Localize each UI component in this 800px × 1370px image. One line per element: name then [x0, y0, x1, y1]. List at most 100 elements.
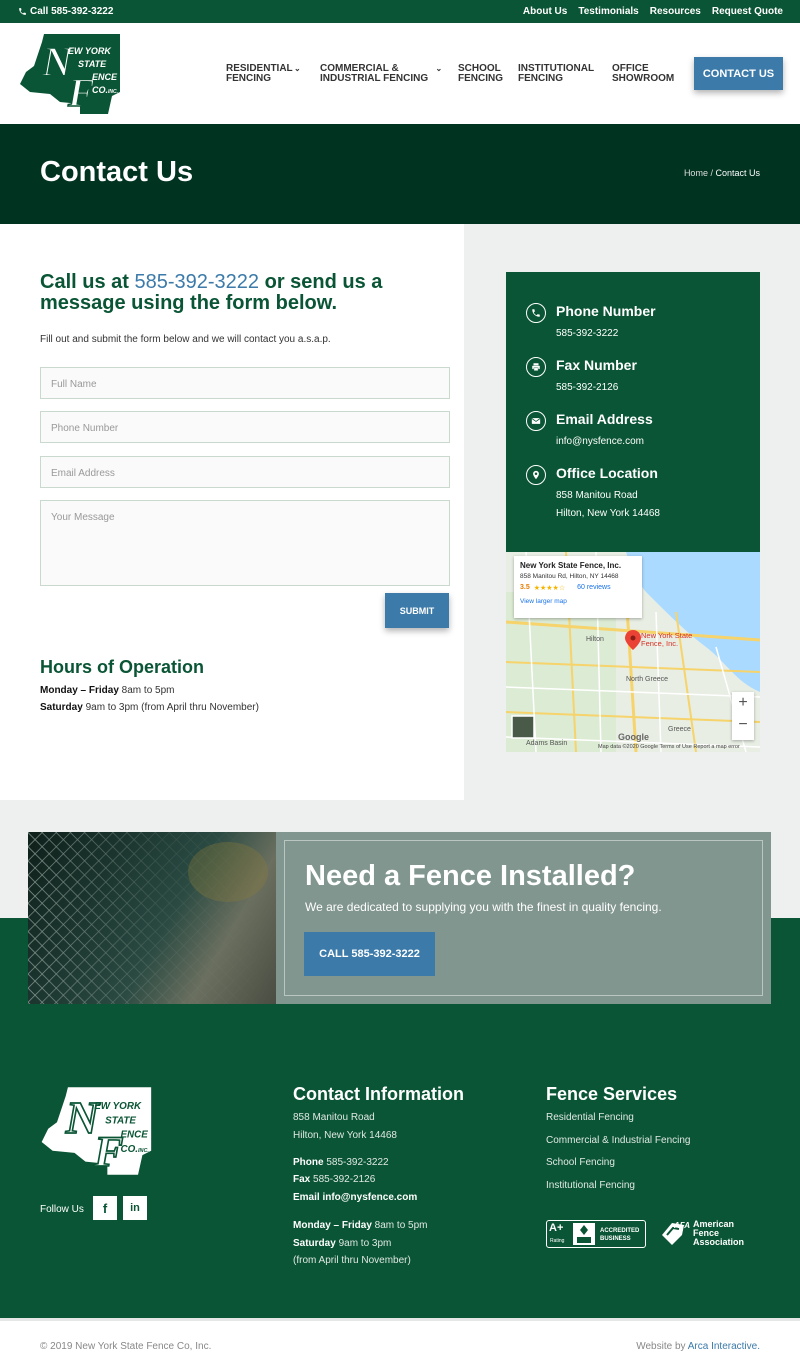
map-town-hilton: Hilton: [586, 636, 604, 643]
facebook-icon[interactable]: f: [93, 1196, 117, 1220]
heading-prefix: Call us at: [40, 271, 135, 293]
footer-service-commercial[interactable]: Commercial & Industrial Fencing: [546, 1135, 691, 1146]
info-phone-value[interactable]: 585-392-3222: [556, 325, 618, 343]
svg-text:STATE: STATE: [78, 59, 107, 69]
phone-icon: [19, 8, 26, 15]
nav-school-fencing[interactable]: SCHOOL FENCING: [458, 64, 503, 84]
nav-label: FENCING: [226, 73, 271, 84]
footer-hours-saturday: Saturday 9am to 3pm: [293, 1238, 391, 1249]
footer-saturday-label: Saturday: [293, 1238, 336, 1249]
top-links: About Us Testimonials Resources Request …: [523, 6, 783, 17]
footer-service-residential[interactable]: Residential Fencing: [546, 1112, 634, 1123]
footer-phone: Phone 585-392-3222: [293, 1157, 389, 1168]
footer-email: Email info@nysfence.com: [293, 1192, 417, 1203]
map-rating-row: 3.5 ★★★★☆ 60 reviews: [520, 584, 636, 592]
chain-link-fence-image: [28, 832, 276, 1004]
footer-service-school[interactable]: School Fencing: [546, 1157, 615, 1168]
map-info-popup: New York State Fence, Inc. 858 Manitou R…: [514, 556, 642, 618]
zoom-out-button[interactable]: −: [732, 714, 754, 736]
footer-saturday-hours: 9am to 3pm: [335, 1238, 392, 1249]
nav-office-showroom[interactable]: OFFICE SHOWROOM: [612, 64, 674, 84]
cta-subtitle: We are dedicated to supplying you with t…: [305, 900, 662, 914]
zoom-in-button[interactable]: +: [732, 692, 754, 714]
site-credit: Website by Arca Interactive.: [636, 1341, 760, 1352]
cta-call-button[interactable]: CALL 585-392-3222: [304, 932, 435, 976]
site-logo[interactable]: N F EW YORK STATE ENCE CO. INC.: [20, 32, 122, 116]
afa-badge[interactable]: AFA American Fence Association: [660, 1220, 750, 1248]
svg-text:F: F: [67, 70, 95, 115]
nav-commercial-industrial-fencing[interactable]: COMMERCIAL & INDUSTRIAL FENCING ⌄: [320, 64, 442, 84]
svg-text:EW YORK: EW YORK: [68, 46, 112, 56]
google-logo: Google: [618, 732, 649, 742]
chevron-down-icon: ⌄: [293, 64, 301, 73]
bbb-business-label: BUSINESS: [600, 1236, 631, 1242]
top-link-testimonials[interactable]: Testimonials: [578, 6, 638, 17]
footer-address-line2: Hilton, New York 14468: [293, 1130, 397, 1141]
map-town-greece: Greece: [668, 726, 691, 733]
bbb-grade: A+: [549, 1222, 564, 1234]
phone-icon: [526, 303, 546, 323]
breadcrumb-home[interactable]: Home: [684, 168, 708, 178]
top-call-label: Call 585-392-3222: [30, 6, 114, 17]
info-office-label: Office Location: [556, 465, 658, 481]
footer-service-institutional[interactable]: Institutional Fencing: [546, 1180, 635, 1191]
page-title: Contact Us: [40, 156, 194, 188]
google-map[interactable]: New York State Fence, Inc. 858 Manitou R…: [506, 552, 760, 752]
svg-text:CO.: CO.: [121, 1144, 139, 1155]
nav-label: FENCING: [458, 73, 503, 84]
nav-institutional-fencing[interactable]: INSTITUTIONAL FENCING: [518, 64, 594, 84]
map-rating: 3.5: [520, 584, 530, 591]
bbb-badge[interactable]: A+ Rating ACCREDITED BUSINESS: [546, 1220, 646, 1248]
submit-button[interactable]: SUBMIT: [385, 593, 449, 628]
full-name-input[interactable]: Full Name: [40, 367, 450, 399]
hours-weekday-label: Monday – Friday: [40, 685, 119, 696]
site-header: N F EW YORK STATE ENCE CO. INC. RESIDENT…: [0, 23, 800, 124]
hours-saturday-value: 9am to 3pm (from April thru November): [82, 702, 259, 713]
map-town-north-greece: North Greece: [626, 676, 669, 683]
contact-us-button[interactable]: CONTACT US: [694, 57, 783, 90]
form-intro: Fill out and submit the form below and w…: [40, 334, 331, 345]
info-office-line2: Hilton, New York 14468: [556, 508, 660, 519]
hours-saturday: Saturday 9am to 3pm (from April thru Nov…: [40, 702, 259, 713]
map-reviews-link[interactable]: 60 reviews: [577, 584, 610, 592]
email-address-input[interactable]: Email Address: [40, 456, 450, 488]
map-pin-label[interactable]: New York State Fence, Inc.: [641, 632, 692, 648]
message-textarea[interactable]: Your Message: [40, 500, 450, 586]
info-office-line1: 858 Manitou Road: [556, 490, 638, 501]
svg-text:INC.: INC.: [108, 89, 118, 95]
info-phone-label: Phone Number: [556, 303, 656, 319]
footer-logo[interactable]: N F EW YORK STATE ENCE CO. INC.: [40, 1085, 155, 1177]
info-email-value[interactable]: info@nysfence.com: [556, 433, 644, 451]
map-town-adams-basin: Adams Basin: [526, 740, 568, 747]
top-link-resources[interactable]: Resources: [650, 6, 701, 17]
credit-link[interactable]: Arca Interactive.: [688, 1341, 760, 1352]
credit-prefix: Website by: [636, 1341, 688, 1352]
copyright: © 2019 New York State Fence Co, Inc.: [40, 1341, 212, 1352]
heading-phone-link[interactable]: 585-392-3222: [134, 271, 259, 293]
footer-email-value[interactable]: info@nysfence.com: [320, 1192, 417, 1203]
footer-phone-value[interactable]: 585-392-3222: [324, 1157, 388, 1168]
footer-season-note: (from April thru November): [293, 1255, 411, 1266]
top-link-about[interactable]: About Us: [523, 6, 567, 17]
map-view-larger-link[interactable]: View larger map: [520, 598, 636, 605]
cta-box: Need a Fence Installed? We are dedicated…: [276, 832, 771, 1004]
fax-icon: [526, 357, 546, 377]
linkedin-icon[interactable]: in: [123, 1196, 147, 1220]
map-place-address: 858 Manitou Rd, Hilton, NY 14468: [520, 573, 619, 580]
nav-label: SHOWROOM: [612, 73, 675, 84]
bottom-bar: © 2019 New York State Fence Co, Inc. Web…: [0, 1318, 800, 1370]
hours-weekday-value: 8am to 5pm: [118, 685, 175, 696]
bbb-accredited-label: ACCREDITED: [600, 1228, 640, 1234]
footer-phone-label: Phone: [293, 1157, 324, 1168]
info-email-label: Email Address: [556, 411, 653, 427]
nav-residential-fencing[interactable]: RESIDENTIAL FENCING ⌄: [226, 64, 301, 84]
envelope-icon: [526, 411, 546, 431]
footer-email-label: Email: [293, 1192, 320, 1203]
hours-weekday: Monday – Friday 8am to 5pm: [40, 685, 175, 696]
afa-line3: Association: [693, 1237, 745, 1247]
phone-number-input[interactable]: Phone Number: [40, 411, 450, 443]
top-call-link[interactable]: Call 585-392-3222: [18, 6, 113, 17]
top-link-request-quote[interactable]: Request Quote: [712, 6, 783, 17]
bbb-rating-label: Rating: [550, 1238, 565, 1244]
contact-info-card: Phone Number 585-392-3222 Fax Number 585…: [506, 272, 760, 552]
